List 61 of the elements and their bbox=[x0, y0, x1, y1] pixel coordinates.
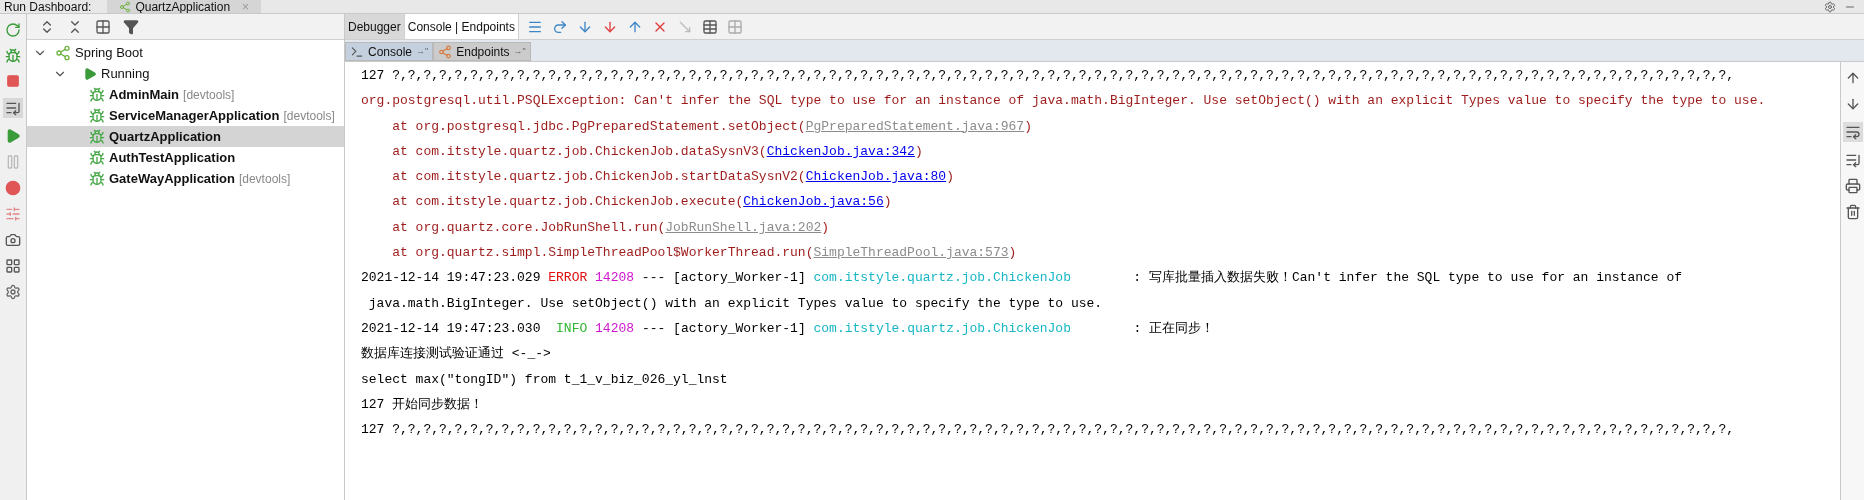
tree-item[interactable]: ServiceManagerApplication [devtools] bbox=[27, 105, 344, 126]
trash-icon[interactable] bbox=[1844, 204, 1861, 220]
tree-item[interactable]: QuartzApplication bbox=[27, 126, 344, 147]
console-icon bbox=[350, 44, 364, 59]
run-tab[interactable]: QuartzApplication × bbox=[107, 0, 262, 13]
settings-icon[interactable] bbox=[5, 284, 21, 300]
console-tab[interactable]: Endpoints →" bbox=[433, 42, 531, 61]
tree-label: QuartzApplication bbox=[109, 127, 221, 146]
scroll-end-icon[interactable] bbox=[1844, 152, 1861, 168]
console-line: 127 ?,?,?,?,?,?,?,?,?,?,?,?,?,?,?,?,?,?,?,?,?,?,?,?,?,?,?,?,?,?,?,?,?,?,?,?,?,?,?,?,?,?,?,?,?,?,?,?,?,?,?,?,?,?,?,?,?,?,?,?,?,?,?,?,?,?,?,?,?,?,?,?,?,?,?,?,?,?,?,?,?,?,?,?,?,?, bbox=[361, 421, 1736, 440]
console-line: at com.itstyle.quartz.job.ChickenJob.dataSysnV3(ChickenJob.java:342) bbox=[391, 142, 924, 161]
bug-icon bbox=[89, 107, 105, 124]
console-line: at org.quartz.core.JobRunShell.run(JobRunShell.java:202) bbox=[391, 218, 831, 237]
breakpoints-icon[interactable] bbox=[5, 180, 21, 196]
print-icon[interactable] bbox=[1844, 178, 1861, 194]
layout-icon[interactable] bbox=[5, 258, 21, 274]
tree-tag: [devtools] bbox=[238, 169, 291, 188]
console-line: java.math.BigInteger. Use setObject() with an explicit Types value to specify the type to use. bbox=[367, 294, 1104, 313]
console-line: 127 开始同步数据！ bbox=[361, 395, 485, 414]
tree-label: AuthTestApplication bbox=[109, 148, 236, 167]
console-line: at org.postgresql.jdbc.PgPreparedStatement.setObject(PgPreparedStatement.java:967) bbox=[391, 117, 1033, 136]
console-line: 2021-12-14 19:47:23.029 ERROR 14208 --- [actory_Worker-1] com.itstyle.quartz.job.ChickenJob : 写库批量插入数据失败！Can't infer the SQL type to use for an instance of bbox=[361, 269, 1684, 288]
stop-icon[interactable] bbox=[6, 74, 20, 88]
tree-item[interactable]: GateWayApplication [devtools] bbox=[27, 168, 344, 189]
tool-tab[interactable]: Console | Endpoints bbox=[404, 14, 519, 39]
endpoints-icon bbox=[438, 44, 453, 59]
debug-icon[interactable] bbox=[5, 48, 21, 64]
tree-label: GateWayApplication bbox=[109, 169, 235, 188]
tree-item[interactable]: AdminMain [devtools] bbox=[27, 84, 344, 105]
console-line: 数据库连接测试验证通过 <-_-> bbox=[361, 345, 552, 364]
bug-icon bbox=[89, 128, 105, 145]
dashboard-title: Run Dashboard: bbox=[3, 1, 93, 13]
tree-label: ServiceManagerApplication bbox=[109, 106, 280, 125]
tree-label: AdminMain bbox=[109, 85, 180, 104]
console-line: at org.quartz.simpl.SimpleThreadPool$WorkerThread.run(SimpleThreadPool.java:573) bbox=[391, 244, 1018, 263]
tree-item[interactable]: AuthTestApplication bbox=[27, 147, 344, 168]
camera-icon[interactable] bbox=[5, 232, 21, 248]
tree-tag: [devtools] bbox=[183, 85, 235, 104]
console-tab[interactable]: Console →" bbox=[345, 42, 434, 61]
console-line: at com.itstyle.quartz.job.ChickenJob.startDataSysnV2(ChickenJob.java:80) bbox=[391, 168, 955, 187]
rerun-icon[interactable] bbox=[5, 22, 21, 38]
tree-label: Spring Boot bbox=[75, 43, 143, 62]
bug-icon bbox=[89, 170, 105, 187]
wrap-icon[interactable] bbox=[1842, 122, 1863, 142]
tool-tab[interactable]: Debugger bbox=[345, 14, 405, 39]
console-line: select max("tongID") from t_1_v_biz_026_yl_lnst bbox=[361, 370, 729, 389]
filter-icon[interactable] bbox=[123, 18, 139, 35]
bug-icon bbox=[89, 86, 105, 103]
settings-icon[interactable] bbox=[1824, 1, 1836, 13]
tree-item[interactable]: Spring Boot bbox=[27, 42, 344, 63]
resume-icon[interactable] bbox=[5, 128, 21, 144]
console-line: 127 ?,?,?,?,?,?,?,?,?,?,?,?,?,?,?,?,?,?,?,?,?,?,?,?,?,?,?,?,?,?,?,?,?,?,?,?,?,?,?,?,?,?,?,?,?,?,?,?,?,?,?,?,?,?,?,?,?,?,?,?,?,?,?,?,?,?,?,?,?,?,?,?,?,?,?,?,?,?,?,?,?,?,?,?,?,?, bbox=[361, 67, 1736, 85]
play-icon bbox=[83, 66, 97, 81]
console-line: 2021-12-14 19:47:23.030 INFO 14208 --- [actory_Worker-1] com.itstyle.quartz.job.ChickenJob : 正在同步！ bbox=[361, 319, 1215, 338]
tree-tag: [devtools] bbox=[283, 106, 335, 125]
console-line: org.postgresql.util.PSQLException: Can't infer the SQL type to use for an instance of java.math.BigInteger. Use setObject() with an explicit Types value to specify the type to use. bbox=[361, 92, 1767, 111]
step-over-icon[interactable] bbox=[551, 18, 568, 35]
bug-icon bbox=[89, 149, 105, 166]
tree-label: Running bbox=[101, 64, 150, 83]
console-line: at com.itstyle.quartz.job.ChickenJob.execute(ChickenJob.java:56) bbox=[391, 193, 893, 212]
tree-item[interactable]: Running bbox=[27, 63, 344, 84]
